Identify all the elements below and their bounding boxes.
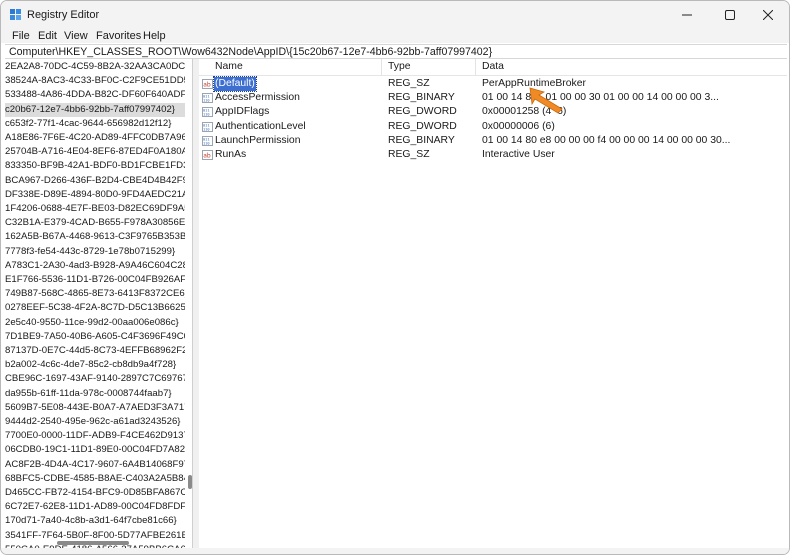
key-tree[interactable]: 2EA2A8-70DC-4C59-8B2A-32AA3CA0DCA 38524A-… — [5, 59, 193, 548]
binary-value-icon: 011110 — [202, 93, 213, 104]
value-data: 0x00000006 (6) — [482, 120, 555, 132]
tree-item[interactable]: 87137D-0E7C-44d5-8C73-4EFFB68962F2} — [5, 344, 185, 358]
binary-value-icon: 011110 — [202, 107, 213, 118]
tree-item[interactable]: BCA967-D266-436F-B2D4-CBE4D4B42F96 — [5, 174, 185, 188]
svg-text:ab: ab — [203, 153, 211, 160]
value-type: REG_SZ — [388, 78, 430, 89]
string-value-icon: ab — [202, 150, 213, 160]
svg-text:110: 110 — [203, 99, 210, 103]
address-path: Computer\HKEY_CLASSES_ROOT\Wow6432Node\A… — [9, 46, 493, 58]
column-divider[interactable] — [475, 59, 476, 75]
svg-text:ab: ab — [203, 82, 211, 89]
tree-item[interactable]: CBE96C-1697-43AF-9140-2897C7C69767} — [5, 372, 185, 386]
value-name[interactable]: LaunchPermission — [215, 134, 300, 148]
value-name[interactable]: (Default) — [213, 76, 257, 92]
tree-item[interactable]: 68BFC5-CDBE-4585-B8AE-C403A2A5B84A — [5, 472, 185, 486]
menu-help[interactable]: Help — [143, 29, 166, 43]
tree-item[interactable]: c20b67-12e7-4bb6-92bb-7aff07997402} — [5, 102, 185, 117]
column-header-type[interactable]: Type — [388, 59, 411, 75]
tree-item[interactable]: 25704B-A716-4E04-8EF6-87ED4F0A180A} — [5, 145, 185, 159]
status-bar — [1, 548, 789, 554]
close-button[interactable] — [746, 1, 789, 29]
address-bar[interactable]: Computer\HKEY_CLASSES_ROOT\Wow6432Node\A… — [5, 44, 787, 59]
value-name[interactable]: AuthenticationLevel — [215, 120, 306, 134]
binary-value-icon: 011110 — [202, 121, 213, 132]
value-row[interactable]: ab (Default) REG_SZ PerAppRuntimeBroker — [199, 76, 787, 92]
tree-item[interactable]: 2EA2A8-70DC-4C59-8B2A-32AA3CA0DCA — [5, 60, 185, 74]
tree-item[interactable]: 2e5c40-9550-11ce-99d2-00aa006e086c} — [5, 316, 185, 330]
tree-item[interactable]: AC8F2B-4D4A-4C17-9607-6A4B14068F97 — [5, 458, 185, 472]
value-data: 01 00 14 80 01 00 00 30 01 00 00 14 00 0… — [482, 92, 719, 104]
column-header-name[interactable]: Name — [215, 59, 243, 75]
tree-item[interactable]: 7D1BE9-7A50-40B6-A605-C4F3696F49C0} — [5, 330, 185, 344]
tree-item[interactable]: A783C1-2A30-4ad3-B928-A9A46C604C28 — [5, 259, 185, 273]
value-row[interactable]: 011 110 LaunchPermission REG_BINARY 01 00 14… — [199, 134, 787, 148]
value-row[interactable]: 011 110 AppIDFlags REG_DWORD 0x00001258 (4 6… — [199, 105, 787, 119]
svg-text:110: 110 — [203, 127, 210, 131]
tree-item[interactable]: 06CDB0-19C1-11D1-89E0-00C04FD7A829 — [5, 443, 185, 457]
tree-item[interactable]: 0278EEF-5C38-4F2A-8C7D-D5C13B662567 — [5, 301, 185, 315]
menu-file[interactable]: File — [12, 29, 30, 43]
svg-text:110: 110 — [203, 141, 210, 145]
title-bar: Registry Editor — [1, 1, 789, 29]
annotation-arrow-icon — [529, 87, 563, 114]
value-type: REG_BINARY — [388, 134, 455, 146]
binary-value-icon: 011110 — [202, 135, 213, 146]
registry-editor-window: Registry Editor File Edit View Favorites… — [0, 0, 790, 555]
minimize-icon — [682, 14, 692, 16]
string-value-icon: ab — [202, 79, 213, 89]
tree-item[interactable]: 7778f3-fe54-443c-8729-1e78b0715299} — [5, 245, 185, 259]
value-row[interactable]: ab RunAs REG_SZ Interactive User — [199, 148, 787, 162]
menu-edit[interactable]: Edit — [38, 29, 57, 43]
value-row[interactable]: 011 110 AccessPermission REG_BINARY 01 00 14… — [199, 91, 787, 105]
column-header-data[interactable]: Data — [482, 59, 504, 75]
header-divider — [199, 75, 787, 76]
tree-item[interactable]: 5609B7-5E08-443E-B0A7-A7AED3F3A717} — [5, 401, 185, 415]
value-name[interactable]: AppIDFlags — [215, 105, 269, 119]
tree-item[interactable]: b2a002-4c6c-4de7-85c2-cb8db9a4f728} — [5, 358, 185, 372]
tree-item[interactable]: 9444d2-2540-495e-962c-a61ad3243526} — [5, 415, 185, 429]
value-name[interactable]: AccessPermission — [215, 91, 300, 105]
value-type: REG_DWORD — [388, 106, 457, 118]
value-type: REG_BINARY — [388, 92, 455, 104]
svg-text:110: 110 — [203, 113, 210, 117]
column-divider[interactable] — [381, 59, 382, 75]
tree-item[interactable]: D465CC-FB72-4154-BFC9-0D85BFA867C8 — [5, 486, 185, 500]
tree-item[interactable]: c653f2-77f1-4cac-9644-656982d12f12} — [5, 117, 185, 131]
tree-item[interactable]: 38524A-8AC3-4C33-BF0C-C2F9CE51DD5( — [5, 74, 185, 88]
tree-item[interactable]: 749B87-568C-4865-8E73-6413F8372CE6} — [5, 287, 185, 301]
value-name[interactable]: RunAs — [215, 148, 246, 162]
values-list[interactable]: Name Type Data ab (Default) REG_SZ PerAppRu… — [199, 59, 787, 548]
tree-item[interactable]: 833350-BF9B-42A1-BDF0-BD1FCBE1FD31 — [5, 159, 185, 173]
tree-item[interactable]: 7700E0-0000-11DF-ADB9-F4CE462D9137 — [5, 429, 185, 443]
value-row[interactable]: 011 110 AuthenticationLevel REG_DWORD 0x0000… — [199, 120, 787, 134]
menu-favorites[interactable]: Favorites — [96, 29, 141, 43]
tree-item[interactable]: 1F4206-0688-4E7F-BE03-D82EC69DF9A5} — [5, 202, 185, 216]
tree-item[interactable]: A18E86-7F6E-4C20-AD89-4FFC0DB7A96A — [5, 131, 185, 145]
tree-item[interactable]: 170d71-7a40-4c8b-a3d1-64f7cbe81c66} — [5, 514, 185, 528]
tree-item[interactable]: C32B1A-E379-4CAD-B655-F978A30856EC — [5, 216, 185, 230]
tree-item[interactable]: da955b-61ff-11da-978c-0008744faab7} — [5, 387, 185, 401]
menu-bar: File Edit View Favorites Help — [1, 29, 789, 43]
tree-item[interactable]: E1F766-5536-11D1-B726-00C04FB926AF} — [5, 273, 185, 287]
menu-view[interactable]: View — [64, 29, 88, 43]
tree-item[interactable]: 533488-4A86-4DDA-B82C-DF60F640ADF4 — [5, 88, 185, 102]
tree-item[interactable]: 6C72E7-62E8-11D1-AD89-00C04FD8FDFF — [5, 500, 185, 514]
window-title: Registry Editor — [27, 9, 100, 21]
tree-item[interactable]: 162A5B-B67A-4468-9613-C3F9765B353B} — [5, 230, 185, 244]
value-data: Interactive User — [482, 149, 555, 160]
value-data: 01 00 14 80 e8 00 00 00 f4 00 00 00 14 0… — [482, 134, 731, 146]
value-type: REG_SZ — [388, 149, 430, 160]
tree-item[interactable]: DF338E-D89E-4894-80D0-9FD4AEDC21AE — [5, 188, 185, 202]
tree-vertical-scrollbar-thumb[interactable] — [188, 475, 192, 489]
registry-editor-icon — [10, 9, 21, 20]
minimize-button[interactable] — [665, 1, 709, 29]
maximize-icon — [725, 10, 735, 20]
tree-horizontal-scrollbar-thumb[interactable] — [57, 541, 129, 545]
close-icon — [763, 10, 773, 20]
value-type: REG_DWORD — [388, 120, 457, 132]
